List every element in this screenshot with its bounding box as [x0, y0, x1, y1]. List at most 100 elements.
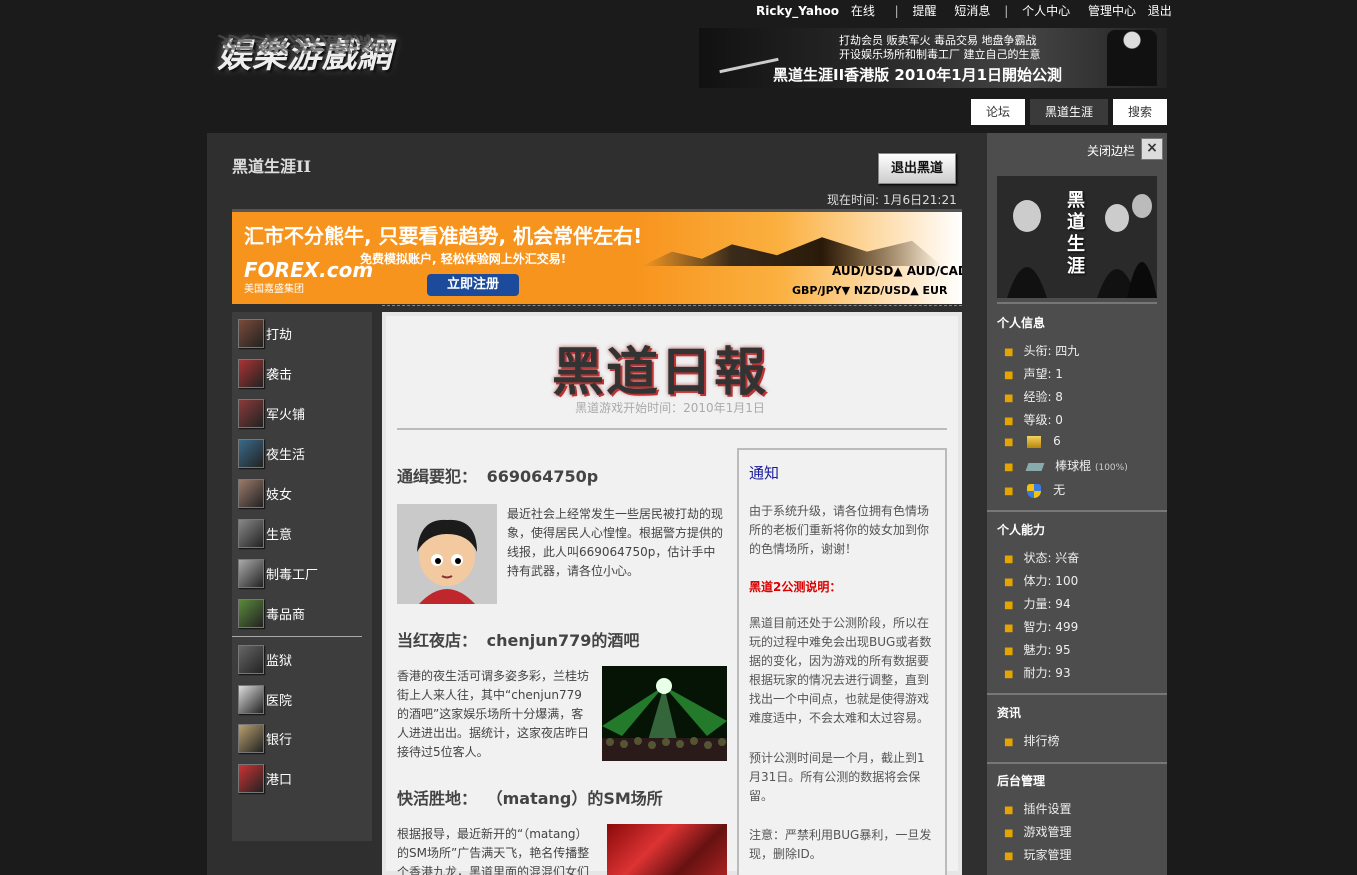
tab-forum[interactable]: 论坛: [971, 99, 1025, 125]
game-promo-banner[interactable]: 打劫会员 贩卖军火 毒品交易 地盘争霸战 开设娱乐场所和制毒工厂 建立自己的生意…: [699, 28, 1167, 88]
bullet: ■: [1004, 851, 1014, 862]
ad-slogan: 免费模拟账户, 轻松体验网上外汇交易!: [360, 252, 567, 266]
exit-game-button[interactable]: 退出黑道: [878, 153, 956, 184]
menu-item-5[interactable]: 妓女: [236, 476, 366, 508]
pm-link[interactable]: 短消息: [954, 4, 990, 18]
menu-item-4[interactable]: 夜生活: [236, 436, 366, 468]
sm-heading: 快活胜地： （matang）的SM场所: [397, 785, 663, 809]
bullet: ■: [1004, 600, 1014, 611]
personal-info-item: ■ 声望: 1: [1004, 365, 1063, 382]
menu-item-2[interactable]: 袭击: [236, 356, 366, 388]
forex-logo-sub: 美国嘉盛集团: [244, 284, 304, 295]
money-value: 6: [1053, 434, 1061, 448]
menu-item-9[interactable]: 监狱: [236, 642, 366, 674]
wanted-heading: 通缉要犯： 669064750p: [397, 463, 598, 487]
close-sidebar-link[interactable]: 关闭边栏: [1087, 142, 1135, 159]
bullet: ■: [1004, 646, 1014, 657]
gun-icon: [1025, 462, 1045, 471]
nightclub-photo: [602, 666, 727, 761]
close-icon[interactable]: ×: [1141, 138, 1163, 160]
tab-search[interactable]: 搜索: [1113, 99, 1167, 125]
personal-info-item: ■ 经验: 8: [1004, 388, 1063, 405]
bullet: ■: [1004, 554, 1014, 565]
bullet: ■: [1004, 577, 1014, 588]
ad-headline: 汇市不分熊牛, 只要看准趋势, 机会常伴左右!: [244, 224, 643, 248]
hospital-icon: [238, 685, 264, 714]
newspaper-masthead: 黑道日報: [552, 343, 769, 403]
admin-item[interactable]: ■ 游戏管理: [1004, 823, 1071, 840]
online-status: 在线: [850, 4, 875, 18]
ability-item: ■ 状态: 兴奋: [1004, 549, 1079, 566]
menu-item-3[interactable]: 军火铺: [236, 396, 366, 428]
bullet: ■: [1004, 416, 1014, 427]
menu-item-label: 妓女: [266, 488, 293, 503]
logout-link[interactable]: 退出: [1148, 4, 1172, 18]
menu-item-1[interactable]: 打劫: [236, 316, 366, 348]
admin-label: 游戏管理: [1023, 825, 1072, 839]
personal-info-item: ■ 等级: 0: [1004, 411, 1063, 428]
admin-label: 玩家管理: [1023, 848, 1072, 862]
admin-center-link[interactable]: 管理中心: [1088, 4, 1136, 18]
attack-icon: [238, 359, 264, 388]
personal-info-label: 声望: 1: [1023, 367, 1063, 381]
remind-link[interactable]: 提醒: [913, 4, 937, 18]
tab-heidao[interactable]: 黑道生涯: [1030, 99, 1108, 125]
personal-info-label: 头衔: 四九: [1023, 344, 1080, 358]
sm-venue-photo: [607, 824, 727, 875]
ability-item: ■ 耐力: 93: [1004, 664, 1071, 681]
notice-p3: 预计公测时间是一个月，截止到1月31日。所有公测的数据将会保留。: [749, 751, 925, 803]
banner-line-3: 黑道生涯II香港版 2010年1月1日開始公測: [773, 66, 1063, 84]
nightlife-icon: [238, 439, 264, 468]
bullet: ■: [1004, 462, 1014, 473]
menu-item-label: 医院: [266, 694, 293, 709]
shield-icon: [1027, 483, 1042, 498]
wanted-player-link[interactable]: 669064750p: [487, 467, 599, 486]
admin-item[interactable]: ■ 玩家管理: [1004, 846, 1071, 863]
news-item[interactable]: ■ 排行榜: [1004, 732, 1059, 749]
menu-item-12[interactable]: 港口: [236, 761, 366, 793]
wanted-text: 最近社会上经常发生一些居民被打劫的现象，使得居民人心惶惶。根据警方提供的线报，此…: [507, 507, 724, 578]
admin-item[interactable]: ■ 插件设置: [1004, 800, 1071, 817]
club-heading: 当红夜店： chenjun779的酒吧: [397, 627, 639, 651]
money-row: ■ 6: [1004, 434, 1061, 448]
sm-link[interactable]: （matang）的SM场所: [487, 789, 663, 808]
news-label: 排行榜: [1023, 734, 1060, 748]
site-logo[interactable]: 娱樂游戲網 娱樂游戲網: [213, 26, 498, 96]
leaf-icon: [238, 599, 264, 628]
sm-prefix: 快活胜地：: [397, 789, 478, 808]
poster-title: 黑道生涯: [1067, 190, 1085, 277]
menu-item-10[interactable]: 医院: [236, 682, 366, 714]
menu-item-label: 夜生活: [266, 448, 306, 463]
notice-title: 通知: [749, 464, 780, 482]
menu-item-6[interactable]: 生意: [236, 516, 366, 548]
menu-item-7[interactable]: 制毒工厂: [236, 556, 366, 588]
banner-line-2: 开设娱乐场所和制毒工厂 建立自己的生意: [839, 48, 1041, 61]
ability-label: 魅力: 95: [1023, 643, 1071, 657]
top-user-bar: Ricky_Yahoo 在线 | 提醒 短消息 | 个人中心 管理中心 退出: [756, 2, 1172, 18]
personal-info-item: ■ 头衔: 四九: [1004, 342, 1079, 359]
prison-icon: [238, 645, 264, 674]
gangster-figure: [1107, 30, 1157, 86]
ad-register-button[interactable]: 立即注册: [427, 274, 519, 296]
separator: |: [894, 4, 899, 18]
menu-item-8[interactable]: 毒品商: [236, 596, 366, 628]
username-link[interactable]: Ricky_Yahoo: [756, 4, 839, 18]
menu-item-label: 港口: [266, 773, 293, 788]
user-center-link[interactable]: 个人中心: [1022, 4, 1070, 18]
ability-label: 耐力: 93: [1023, 666, 1071, 680]
menu-item-label: 银行: [266, 733, 293, 748]
ability-heading: 个人能力: [997, 523, 1046, 537]
notice-p2: 黑道目前还处于公测阶段，所以在玩的过程中难免会出现BUG或者数据的变化，因为游戏…: [749, 616, 932, 725]
notice-box: 通知 由于系统升级，请各位拥有色情场所的老板们重新将你的妓女加到你的色情场所，谢…: [737, 448, 947, 875]
ad-ticker-2: GBP/JPY▼ NZD/USD▲ EUR: [792, 284, 948, 297]
club-link[interactable]: chenjun779的酒吧: [487, 631, 640, 650]
building-icon: [238, 519, 264, 548]
personal-info-label: 经验: 8: [1023, 390, 1063, 404]
divider: [987, 693, 1167, 695]
club-prefix: 当红夜店：: [397, 631, 478, 650]
forex-ad-banner[interactable]: 汇市不分熊牛, 只要看准趋势, 机会常伴左右! FOREX.com 美国嘉盛集团…: [232, 209, 962, 304]
menu-item-label: 生意: [266, 528, 293, 543]
ad-ticker-1: AUD/USD▲ AUD/CAD▼ EUR/C: [832, 264, 962, 278]
bullet: ■: [1004, 393, 1014, 404]
menu-item-11[interactable]: 银行: [236, 721, 366, 753]
